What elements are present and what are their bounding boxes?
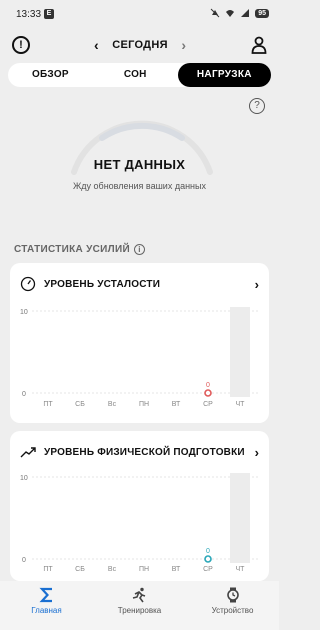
nav-device-label: Устройство (211, 606, 254, 615)
x-tick-label: СБ (75, 401, 85, 408)
x-tick-label: ВТ (172, 401, 181, 408)
load-waiting-text: Жду обновления ваших данных (72, 181, 206, 191)
fatigue-chart: 10 0 ПТ СБ Вс ПН ВТ СР ЧТ 0 (20, 307, 260, 408)
x-tick-label: Вс (108, 566, 117, 573)
fitness-card[interactable]: УРОВЕНЬ ФИЗИЧЕСКОЙ ПОДГОТОВКИ › 10 0 ПТ СБ В… (10, 431, 269, 581)
help-icon[interactable]: ? (249, 98, 265, 114)
x-tick-label: СБ (75, 566, 85, 573)
nav-home[interactable]: Главная (0, 581, 93, 630)
highlight-column (230, 473, 250, 563)
y-tick-label: 10 (20, 475, 28, 482)
signal-icon (241, 9, 250, 17)
wifi-icon (226, 10, 235, 17)
data-point (204, 555, 212, 563)
nav-workout[interactable]: Тренировка (93, 581, 186, 630)
status-icons: 95 (210, 8, 269, 18)
data-point (204, 389, 212, 397)
fatigue-card-header[interactable]: УРОВЕНЬ УСТАЛОСТИ › (20, 275, 259, 293)
x-tick-label: ПН (139, 401, 149, 408)
tab-bar: ОБЗОР СОН НАГРУЗКА (8, 63, 272, 87)
x-tick-label: ПН (139, 566, 149, 573)
date-navigator: ‹ СЕГОДНЯ › (94, 37, 186, 53)
section-title: СТАТИСТИКА УСИЛИЙ i (14, 244, 145, 255)
fatigue-card[interactable]: УРОВЕНЬ УСТАЛОСТИ › 10 0 ПТ СБ Вс ПН ВТ СР ЧТ 0 (10, 263, 269, 423)
tab-load[interactable]: НАГРУЗКА (177, 63, 272, 87)
y-tick-label: 0 (22, 557, 26, 564)
chevron-right-icon[interactable]: › (255, 277, 259, 292)
trend-icon (20, 447, 36, 458)
nav-device[interactable]: Устройство (186, 581, 279, 630)
fatigue-card-title: УРОВЕНЬ УСТАЛОСТИ (44, 278, 161, 290)
x-tick-label: ПТ (43, 566, 53, 573)
data-label: 0 (206, 548, 210, 555)
battery-icon: 95 (255, 8, 269, 18)
fitness-card-title: УРОВЕНЬ ФИЗИЧЕСКОЙ ПОДГОТОВКИ (44, 446, 245, 458)
data-label: 0 (206, 382, 210, 389)
status-bar: 13:33 E 95 (0, 0, 279, 28)
x-tick-label: СР (203, 401, 213, 408)
date-label[interactable]: СЕГОДНЯ (94, 39, 186, 51)
watch-icon (226, 587, 239, 603)
tab-sleep[interactable]: СОН (93, 63, 178, 87)
highlight-column (230, 307, 250, 397)
nav-workout-label: Тренировка (117, 606, 162, 615)
x-tick-label: ПТ (43, 401, 53, 408)
section-title-text: СТАТИСТИКА УСИЛИЙ (14, 244, 130, 255)
mute-icon (210, 8, 220, 18)
x-tick-label: ВТ (172, 566, 181, 573)
nav-home-label: Главная (31, 606, 62, 615)
chevron-right-icon[interactable]: › (255, 445, 259, 460)
alert-icon[interactable]: ! (12, 36, 30, 54)
sigma-icon (38, 587, 52, 603)
fitness-chart: 10 0 ПТ СБ Вс ПН ВТ СР ЧТ 0 (20, 473, 260, 573)
user-icon[interactable] (251, 36, 267, 54)
gauge-icon (20, 276, 36, 292)
status-time: 13:33 (16, 9, 42, 20)
x-tick-label: Вс (108, 401, 117, 408)
fitness-card-header[interactable]: УРОВЕНЬ ФИЗИЧЕСКОЙ ПОДГОТОВКИ › (20, 443, 259, 461)
y-tick-label: 10 (20, 309, 28, 316)
y-tick-label: 0 (22, 391, 26, 398)
bottom-nav: Главная Тренировка Устройство (0, 581, 279, 630)
x-tick-label: ЧТ (236, 566, 246, 573)
x-tick-label: СР (203, 566, 213, 573)
app-header: ! ‹ СЕГОДНЯ › (0, 28, 279, 62)
x-tick-label: ЧТ (236, 401, 246, 408)
tab-overview[interactable]: ОБЗОР (8, 63, 93, 87)
notification-icon: E (44, 9, 54, 19)
info-icon[interactable]: i (133, 244, 145, 255)
runner-icon (132, 587, 145, 603)
next-day-button[interactable]: › (181, 37, 186, 53)
load-status: НЕТ ДАННЫХ (93, 157, 186, 172)
